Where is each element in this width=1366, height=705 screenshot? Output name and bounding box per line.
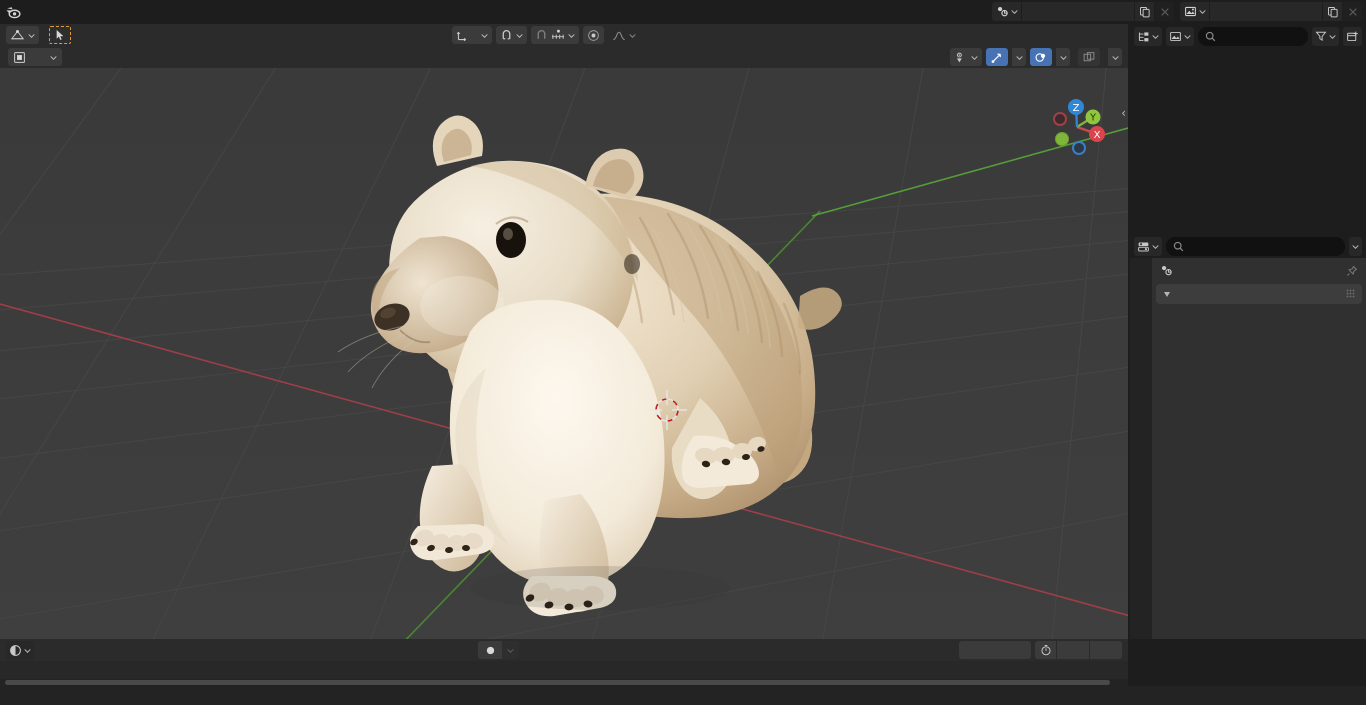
viewport-header [0,46,1128,68]
auto-keying-group[interactable] [478,641,519,659]
scene-name[interactable] [1022,2,1134,21]
gizmo-toggle[interactable] [986,48,1008,66]
blender-window: X Y Z ‹ [0,0,1366,705]
status-bar [0,686,1366,705]
snap-toggle[interactable] [496,26,527,44]
panel-header-scene[interactable] [1156,284,1362,304]
timeline-editor-type-icon[interactable] [6,640,34,660]
search-icon [1173,241,1184,251]
editor-type-3dview-icon[interactable] [6,26,39,44]
chevron-down-icon [1164,291,1170,297]
outliner-editor-type-icon[interactable] [1134,26,1162,46]
viewport-tool-row [0,24,1128,46]
new-scene-icon[interactable] [1134,2,1154,21]
properties-panel-body [1152,258,1366,639]
remove-view-layer-icon[interactable] [1342,2,1362,21]
proportional-editing-toggle[interactable] [583,26,604,44]
overlays-toggle[interactable] [1030,48,1052,66]
current-frame-field[interactable] [959,641,1031,659]
unlink-scene-icon[interactable] [1154,2,1174,21]
view-layer-browse-icon[interactable] [1180,2,1210,21]
viewport-display-controls [950,48,1122,66]
frame-range-group [1035,641,1122,659]
active-tool-cursor-icon[interactable] [49,26,71,44]
viewport-transform-controls [452,26,640,44]
object-visibility-selector[interactable] [950,48,982,66]
gizmo-dropdown-icon[interactable] [1012,48,1026,66]
outliner-editor[interactable] [1130,24,1366,232]
proportional-falloff-selector[interactable] [608,26,640,44]
timeline-scrollbar[interactable] [0,679,1128,686]
scene-icon [1160,264,1173,280]
topbar [0,0,1366,24]
outliner-tree [1130,48,1366,50]
svg-text:Z: Z [1073,103,1080,114]
properties-search-input[interactable] [1166,236,1345,256]
shading-dropdown-icon[interactable] [1108,48,1122,66]
outliner-filter-icon[interactable] [1312,26,1339,46]
properties-editor[interactable] [1130,234,1366,639]
timeline-header [0,639,1128,661]
3d-viewport[interactable]: X Y Z ‹ [0,24,1128,639]
svg-text:X: X [1094,130,1101,141]
scene-selector[interactable] [992,2,1174,21]
transform-orientation-selector[interactable] [452,26,492,44]
timeline-playback-controls [478,641,531,659]
stopwatch-icon[interactable] [1035,641,1057,659]
timeline-frame-controls [959,641,1122,659]
properties-header [1130,234,1366,258]
start-frame-field[interactable] [1057,641,1090,659]
panel-grip [1346,289,1355,298]
timeline-ruler[interactable] [0,661,1128,679]
record-icon[interactable] [478,641,502,659]
search-icon [1205,31,1216,41]
viewport-canvas[interactable]: X Y Z ‹ [0,68,1128,639]
new-collection-icon[interactable] [1343,26,1362,46]
svg-text:Y: Y [1089,113,1096,124]
navigation-gizmo[interactable]: X Y Z [1040,90,1114,164]
end-frame-field[interactable] [1090,641,1122,659]
properties-breadcrumb [1152,262,1366,282]
scene-browse-icon[interactable] [992,2,1022,21]
blender-logo-icon[interactable] [0,0,26,24]
interaction-mode-selector[interactable] [8,48,62,66]
outliner-header [1130,24,1366,48]
viewport-sidebar-toggle-icon[interactable]: ‹ [1121,106,1126,120]
topbar-right-controls [992,2,1362,21]
new-view-layer-icon[interactable] [1322,2,1342,21]
xray-toggle[interactable] [1078,48,1100,66]
snap-settings[interactable] [531,26,579,44]
properties-editor-type-icon[interactable] [1134,236,1162,256]
outliner-display-mode-icon[interactable] [1166,26,1194,46]
outliner-search-input[interactable] [1198,26,1308,46]
timeline-editor[interactable] [0,639,1128,686]
properties-tab-column [1130,258,1152,639]
properties-options-icon[interactable] [1349,236,1362,256]
view-layer-name[interactable] [1210,2,1322,21]
pin-icon[interactable] [1346,265,1358,280]
auto-keying-dropdown-icon[interactable] [502,641,519,659]
view-layer-selector[interactable] [1180,2,1362,21]
overlays-dropdown-icon[interactable] [1056,48,1070,66]
